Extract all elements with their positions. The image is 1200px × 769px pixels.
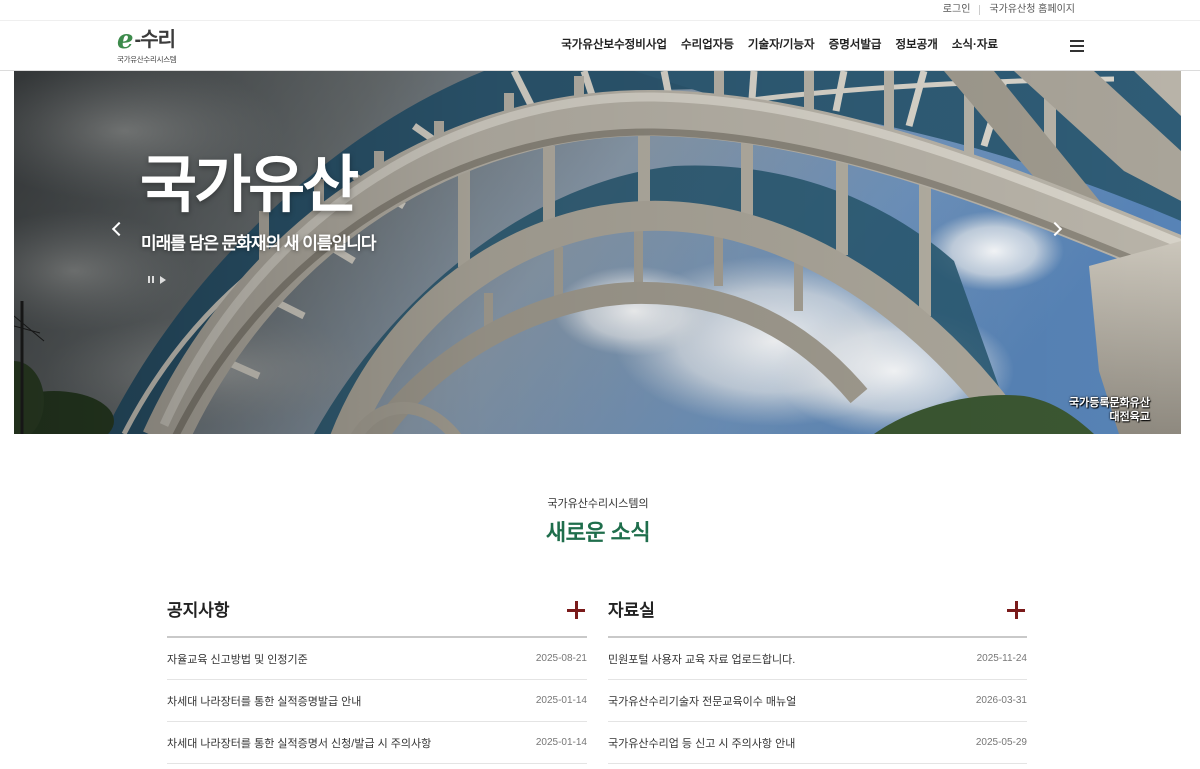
list-item[interactable]: 차세대 나라장터를 통한 실적증명서 신청/발급 시 주의사항 2025-01-… [167, 722, 587, 764]
slider-next-button[interactable] [1047, 219, 1068, 239]
chevron-right-icon [1047, 221, 1063, 237]
board-header: 공지사항 [167, 597, 587, 638]
slider-controls [148, 276, 166, 284]
board-title-notices: 공지사항 [167, 601, 230, 620]
list-item[interactable]: 차세대 나라장터를 통한 실적증명발급 안내 2025-01-14 [167, 680, 587, 722]
logo-e-letter: e [117, 25, 134, 55]
site-header: e -수리 국가유산수리시스템 국가유산보수정비사업 수리업자등 기술자/기능자… [0, 21, 1200, 71]
list-item-date: 2025-08-21 [535, 653, 587, 664]
news-section-title: 새로운 소식 [545, 520, 651, 545]
photo-caption: 국가등록문화유산 대전육교 [1069, 396, 1150, 424]
heritage-agency-homepage-link[interactable]: 국가유산청 홈페이지 [989, 4, 1075, 16]
nav-item-repair-contractors[interactable]: 수리업자등 [681, 38, 734, 52]
list-item-date: 2025-05-29 [975, 737, 1027, 748]
hero-banner: 국가유산 미래를 담은 문화재의 새 이름입니다 국가등록문화유산 대전육교 [14, 71, 1181, 434]
list-item-title: 국가유산수리기술자 전문교육이수 매뉴얼 [608, 695, 797, 708]
hero-title: 국가유산 [140, 151, 359, 220]
list-item-date: 2025-11-24 [976, 653, 1027, 664]
photo-caption-line1: 국가등록문화유산 [1069, 397, 1150, 409]
list-item-title: 차세대 나라장터를 통한 실적증명발급 안내 [167, 695, 362, 708]
photo-caption-line2: 대전육교 [1109, 411, 1150, 423]
notice-board: 공지사항 자율교육 신고방법 및 인정기준 2025-08-21 차세대 나라장… [167, 597, 587, 764]
play-icon[interactable] [160, 276, 166, 284]
news-eyebrow: 국가유산수리시스템의 [547, 498, 649, 510]
plus-icon[interactable] [567, 601, 585, 619]
utility-bar: 로그인 국가유산청 홈페이지 [0, 0, 1200, 21]
slider-prev-button[interactable] [108, 219, 128, 239]
board-header: 자료실 [608, 597, 1027, 638]
list-item-date: 2025-01-14 [535, 695, 587, 706]
pause-icon[interactable] [148, 276, 154, 284]
nav-item-heritage-maintenance[interactable]: 국가유산보수정비사업 [561, 38, 667, 52]
list-item-date: 2026-03-31 [975, 695, 1027, 706]
list-item-title: 자율교육 신고방법 및 인정기준 [167, 653, 308, 666]
nav-item-public-info[interactable]: 정보공개 [896, 38, 938, 52]
login-link[interactable]: 로그인 [943, 4, 971, 16]
list-item-title: 국가유산수리업 등 신고 시 주의사항 안내 [608, 737, 796, 750]
list-item-title: 민원포털 사용자 교육 자료 업로드합니다. [608, 653, 796, 666]
hero-subtitle: 미래를 담은 문화재의 새 이름입니다 [141, 234, 376, 253]
logo-tagline: 국가유산수리시스템 [117, 55, 177, 64]
utility-links: 로그인 국가유산청 홈페이지 [943, 4, 1075, 16]
logo-mark: e -수리 [117, 27, 207, 53]
list-item[interactable]: 민원포털 사용자 교육 자료 업로드합니다. 2025-11-24 [608, 638, 1027, 680]
list-item-title: 차세대 나라장터를 통한 실적증명서 신청/발급 시 주의사항 [167, 737, 432, 750]
nav-item-technicians[interactable]: 기술자/기능자 [748, 38, 815, 52]
nav-item-certificates[interactable]: 증명서발급 [829, 38, 882, 52]
hamburger-menu-icon[interactable] [1070, 40, 1084, 52]
nav-item-news-resources[interactable]: 소식·자료 [952, 38, 998, 52]
chevron-left-icon [111, 221, 127, 237]
utility-separator [979, 5, 981, 15]
list-item[interactable]: 자율교육 신고방법 및 인정기준 2025-08-21 [167, 638, 587, 680]
list-item-date: 2025-01-14 [535, 737, 587, 748]
list-item[interactable]: 국가유산수리업 등 신고 시 주의사항 안내 2025-05-29 [608, 722, 1027, 764]
site-logo[interactable]: e -수리 국가유산수리시스템 [117, 27, 207, 67]
plus-icon[interactable] [1007, 601, 1025, 619]
list-item[interactable]: 국가유산수리기술자 전문교육이수 매뉴얼 2026-03-31 [608, 680, 1027, 722]
logo-name: -수리 [134, 29, 176, 51]
resources-board: 자료실 민원포털 사용자 교육 자료 업로드합니다. 2025-11-24 국가… [608, 597, 1027, 764]
board-title-resources: 자료실 [608, 601, 655, 620]
main-nav: 국가유산보수정비사업 수리업자등 기술자/기능자 증명서발급 정보공개 소식·자… [561, 38, 998, 52]
